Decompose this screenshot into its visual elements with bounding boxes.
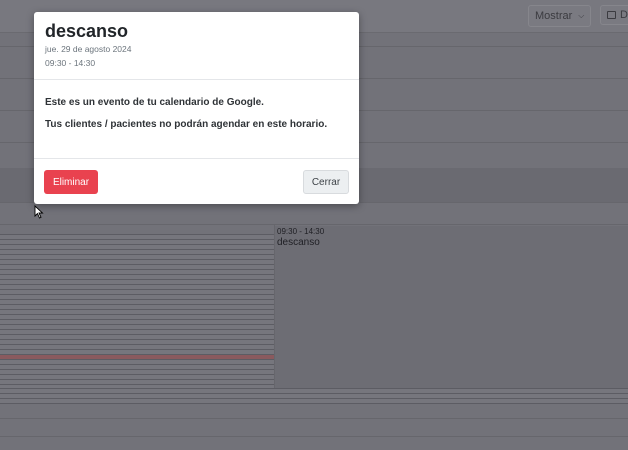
grid-line bbox=[0, 436, 628, 437]
modal-message-blocked: Tus clientes / pacientes no podrán agend… bbox=[45, 119, 328, 130]
chevron-down-icon: ⌵ bbox=[578, 11, 585, 20]
modal-date: jue. 29 de agosto 2024 bbox=[45, 44, 132, 54]
event-details-modal: descanso jue. 29 de agosto 2024 09:30 - … bbox=[34, 12, 359, 204]
modal-divider bbox=[34, 79, 359, 80]
modal-title: descanso bbox=[45, 21, 129, 41]
calendar-event[interactable]: 09:30 - 14:30 descanso bbox=[275, 226, 628, 388]
modal-message-google: Este es un evento de tu calendario de Go… bbox=[45, 97, 264, 108]
close-button[interactable]: Cerrar bbox=[303, 170, 349, 194]
delete-button[interactable]: Eliminar bbox=[44, 170, 98, 194]
event-title: descanso bbox=[277, 237, 320, 248]
grid-line bbox=[0, 224, 628, 225]
unavailable-slots-bottom bbox=[0, 388, 628, 404]
show-dropdown-button[interactable]: Mostrar ⌵ bbox=[528, 5, 592, 27]
grid-line bbox=[0, 418, 628, 419]
calendar-icon bbox=[607, 11, 616, 19]
show-dropdown-label: Mostrar bbox=[535, 10, 573, 22]
modal-divider bbox=[34, 158, 359, 159]
view-toggle-label: D bbox=[620, 9, 628, 21]
event-time: 09:30 - 14:30 bbox=[277, 227, 325, 236]
mouse-cursor-icon bbox=[34, 205, 44, 219]
current-time-marker bbox=[0, 355, 274, 359]
view-toggle-button[interactable]: D bbox=[600, 5, 628, 25]
unavailable-slots bbox=[0, 234, 274, 390]
modal-time: 09:30 - 14:30 bbox=[45, 58, 96, 68]
